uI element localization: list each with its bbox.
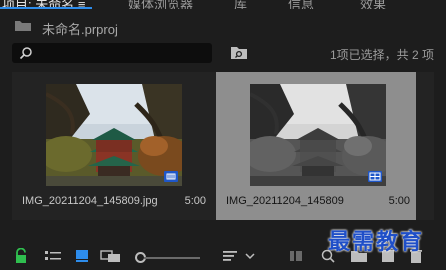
media-item-selected[interactable]: IMG_20211204_145809 5:00 [216, 72, 416, 220]
media-item-duration: 5:00 [184, 195, 206, 207]
list-view-icon[interactable] [44, 248, 62, 264]
media-item[interactable]: IMG_20211204_145809.jpg 5:00 [12, 72, 212, 220]
automate-to-sequence-icon[interactable] [288, 248, 304, 264]
project-folder-icon [15, 21, 31, 31]
image-thumbnail [46, 84, 182, 186]
media-grid: IMG_20211204_145809.jpg 5:00 IMG_2021120… [12, 72, 434, 220]
project-file-name: 未命名.prproj [42, 22, 118, 37]
search-icon [19, 47, 32, 60]
project-header: 未命名.prproj [0, 10, 446, 38]
freeform-view-icon[interactable] [100, 248, 122, 264]
tab-effects[interactable]: 效果 [360, 0, 386, 9]
tab-media-browser[interactable]: 媒体浏览器 [128, 0, 193, 9]
icon-view-icon[interactable] [74, 248, 90, 264]
media-item-name: IMG_20211204_145809 [226, 195, 344, 207]
image-thumbnail [250, 84, 386, 186]
new-bin-search-icon[interactable] [230, 45, 248, 60]
image-type-badge [164, 171, 178, 182]
media-item-name: IMG_20211204_145809.jpg [22, 195, 158, 207]
media-item-duration: 5:00 [388, 195, 410, 207]
zoom-slider-track[interactable] [144, 257, 200, 259]
selection-status: 1项已选择，共 2 项 [329, 48, 434, 62]
watermark-text: 最需教育 [328, 229, 425, 254]
tab-info[interactable]: 信息 [288, 0, 314, 9]
sort-icon[interactable] [222, 248, 238, 264]
search-input[interactable] [12, 43, 212, 63]
sequence-badge [368, 171, 382, 182]
panel-tab-bar: 项目: 未命名 ≡ 媒体浏览器 库 信息 效果 [0, 0, 446, 9]
chevron-down-icon[interactable] [244, 248, 256, 264]
search-row: 1项已选择，共 2 项 [0, 41, 446, 65]
tab-libraries[interactable]: 库 [234, 0, 247, 9]
active-tab-indicator [0, 7, 92, 9]
lock-icon[interactable] [14, 248, 28, 264]
